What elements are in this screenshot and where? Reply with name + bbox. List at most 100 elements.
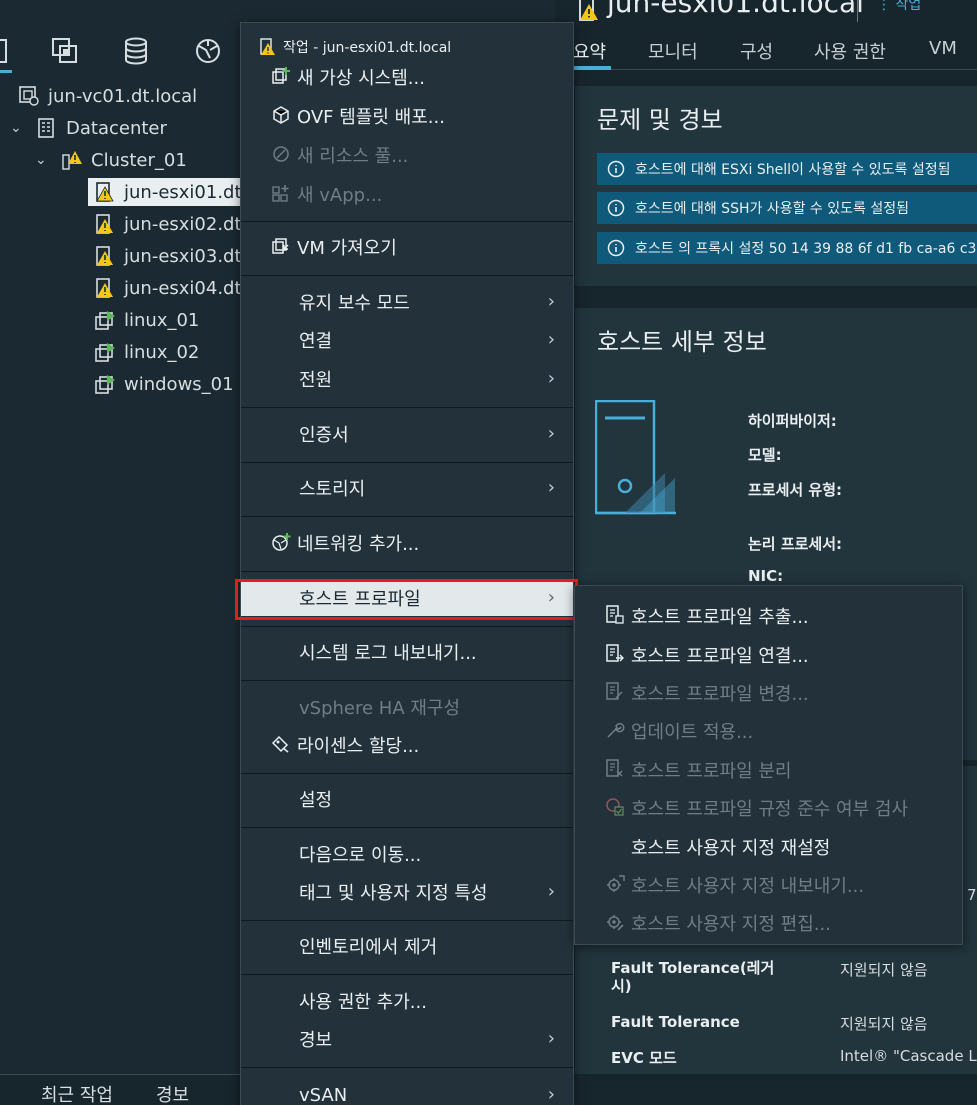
tab-recent-tasks[interactable]: 최근 작업 — [41, 1081, 113, 1105]
menu-item-settings[interactable]: 설정 — [241, 781, 573, 817]
menu-item-label: 전원 — [299, 370, 333, 391]
menu-item-label: VM 가져오기 — [297, 238, 397, 259]
menu-item-vsan[interactable]: vSAN › — [241, 1077, 573, 1105]
tab-configure[interactable]: 구성 — [740, 38, 773, 64]
alert-banner[interactable]: 호스트 의 프록시 설정 50 14 39 88 6f d1 fb ca-a6 … — [597, 232, 977, 264]
cluster-warning-icon — [61, 149, 83, 171]
info-icon — [607, 239, 625, 257]
menu-item-new-vm[interactable]: 새 가상 시스템... — [241, 59, 573, 95]
chevron-right-icon: › — [547, 291, 555, 312]
import-vm-icon — [271, 236, 293, 258]
menu-item-add-networking[interactable]: 네트워킹 추가... — [241, 525, 573, 561]
menu-separator — [241, 571, 573, 572]
alert-banner[interactable]: 호스트에 대해 ESXi Shell이 사용할 수 있도록 설정됨 — [597, 153, 977, 185]
new-vm-icon — [271, 66, 293, 88]
menu-item-label: 새 vApp... — [297, 185, 383, 206]
menu-item-tags-attributes[interactable]: 태그 및 사용자 지정 특성 › — [241, 874, 573, 910]
chevron-down-icon[interactable]: ⌄ — [35, 152, 51, 168]
storage-view-icon[interactable] — [121, 36, 151, 66]
actions-label: 작업 — [895, 0, 922, 13]
menu-item-label: 연결 — [299, 331, 333, 352]
menu-item-label: 새 리소스 풀... — [297, 146, 409, 167]
tab-permissions[interactable]: 사용 권한 — [814, 38, 886, 64]
menu-item-label: 설정 — [299, 790, 333, 811]
ft-value: 지원되지 않음 — [840, 1015, 928, 1033]
submenu-item-label: 호스트 사용자 지정 편집... — [631, 914, 831, 935]
ft-legacy-label: Fault Tolerance(레거시) — [611, 959, 775, 995]
license-key-icon — [271, 734, 293, 756]
card-title: 문제 및 경보 — [597, 106, 723, 134]
hosts-clusters-view-icon[interactable] — [0, 36, 14, 66]
tree-item-datacenter[interactable]: ⌄ Datacenter — [10, 114, 167, 142]
info-icon — [607, 199, 625, 217]
chevron-down-icon[interactable]: ⌄ — [10, 120, 26, 136]
menu-item-label: vSphere HA 재구성 — [299, 698, 461, 719]
tree-item-vcenter[interactable]: jun-vc01.dt.local — [18, 82, 197, 110]
host-warning-icon — [260, 38, 275, 55]
menu-item-certificates[interactable]: 인증서 › — [241, 416, 573, 452]
menu-item-label: 스토리지 — [299, 479, 366, 500]
alert-banner[interactable]: 호스트에 대해 SSH가 사용할 수 있도록 설정됨 — [597, 192, 977, 224]
submenu-item-attach-profile[interactable]: 호스트 프로파일 연결... — [575, 638, 962, 672]
extract-profile-icon — [605, 605, 627, 627]
menu-item-export-logs[interactable]: 시스템 로그 내보내기... — [241, 634, 573, 670]
actions-menu-button[interactable]: ⋮ 작업 — [877, 0, 921, 14]
detail-label: NIC: — [748, 567, 784, 585]
menu-item-remove-inventory[interactable]: 인벤토리에서 제거 — [241, 928, 573, 964]
datacenter-icon — [36, 117, 58, 139]
chevron-right-icon: › — [547, 881, 555, 902]
change-profile-icon — [605, 682, 627, 704]
menu-item-label: 새 가상 시스템... — [297, 68, 425, 89]
menu-item-import-vm[interactable]: VM 가져오기 — [241, 229, 573, 265]
menu-separator — [241, 407, 573, 408]
submenu-item-remediate: 업데이트 적용... — [575, 714, 962, 748]
menu-separator — [241, 974, 573, 975]
menu-item-alarms[interactable]: 경보 › — [241, 1021, 573, 1057]
tree-item-label: Cluster_01 — [91, 149, 187, 171]
tree-item-host[interactable]: jun-esxi02.dt.l — [94, 210, 252, 238]
vcenter-icon — [18, 85, 40, 107]
attach-profile-icon — [605, 644, 627, 666]
menu-item-deploy-ovf[interactable]: OVF 템플릿 배포... — [241, 98, 573, 134]
host-profiles-submenu: 호스트 프로파일 추출... 호스트 프로파일 연결... 호스트 프로파일 변… — [574, 585, 963, 945]
active-tab-indicator — [573, 66, 611, 70]
menu-item-power[interactable]: 전원 › — [241, 361, 573, 397]
tree-item-host-selected[interactable]: jun-esxi01.dt.local — [88, 178, 289, 206]
submenu-item-extract-profile[interactable]: 호스트 프로파일 추출... — [575, 599, 962, 633]
menu-item-label: vSAN — [299, 1084, 348, 1105]
host-actions-menu: 작업 - jun-esxi01.dt.local 새 가상 시스템... OVF… — [240, 22, 574, 1105]
issues-alarms-card: 문제 및 경보 호스트에 대해 ESXi Shell이 사용할 수 있도록 설정… — [575, 86, 977, 286]
tree-item-cluster[interactable]: ⌄ Cluster_01 — [35, 146, 187, 174]
tab-monitor[interactable]: 모니터 — [648, 38, 698, 64]
tree-item-label: jun-esxi03.dt.l — [124, 245, 253, 267]
menu-item-storage[interactable]: 스토리지 › — [241, 470, 573, 506]
detail-label: 모델: — [748, 446, 782, 464]
tree-item-vm[interactable]: linux_01 — [94, 306, 199, 334]
menu-item-label: 태그 및 사용자 지정 특성 — [299, 883, 488, 904]
detail-label: 프로세서 유형: — [748, 481, 843, 499]
active-view-indicator — [0, 70, 12, 73]
menu-item-add-permission[interactable]: 사용 권한 추가... — [241, 983, 573, 1019]
tree-item-vm[interactable]: linux_02 — [94, 338, 199, 366]
networking-view-icon[interactable] — [193, 36, 223, 66]
menu-item-move-to[interactable]: 다음으로 이동... — [241, 836, 573, 872]
host-warning-icon — [94, 181, 116, 203]
submenu-item-label: 호스트 프로파일 분리 — [631, 761, 792, 782]
tree-item-host[interactable]: jun-esxi03.dt.l — [94, 242, 252, 270]
submenu-item-check-compliance: 호스트 프로파일 규정 준수 여부 검사 — [575, 791, 962, 825]
submenu-item-reset-customizations[interactable]: 호스트 사용자 지정 재설정 — [575, 830, 962, 864]
menu-item-assign-license[interactable]: 라이센스 할당... — [241, 727, 573, 763]
server-illustration-icon — [594, 399, 677, 516]
vms-templates-view-icon[interactable] — [50, 36, 80, 66]
tree-item-host[interactable]: jun-esxi04.dt.l — [94, 274, 252, 302]
submenu-item-label: 호스트 프로파일 추출... — [631, 607, 809, 628]
menu-item-connection[interactable]: 연결 › — [241, 322, 573, 358]
tab-vms[interactable]: VM — [929, 38, 957, 59]
menu-item-maintenance-mode[interactable]: 유지 보수 모드 › — [241, 284, 573, 320]
vm-running-icon — [94, 373, 116, 395]
tree-item-vm[interactable]: windows_01 — [94, 370, 234, 398]
tab-alarms[interactable]: 경보 — [156, 1081, 189, 1105]
tab-summary[interactable]: 요약 — [573, 38, 606, 64]
chevron-right-icon: › — [547, 1084, 555, 1105]
menu-separator — [241, 626, 573, 627]
